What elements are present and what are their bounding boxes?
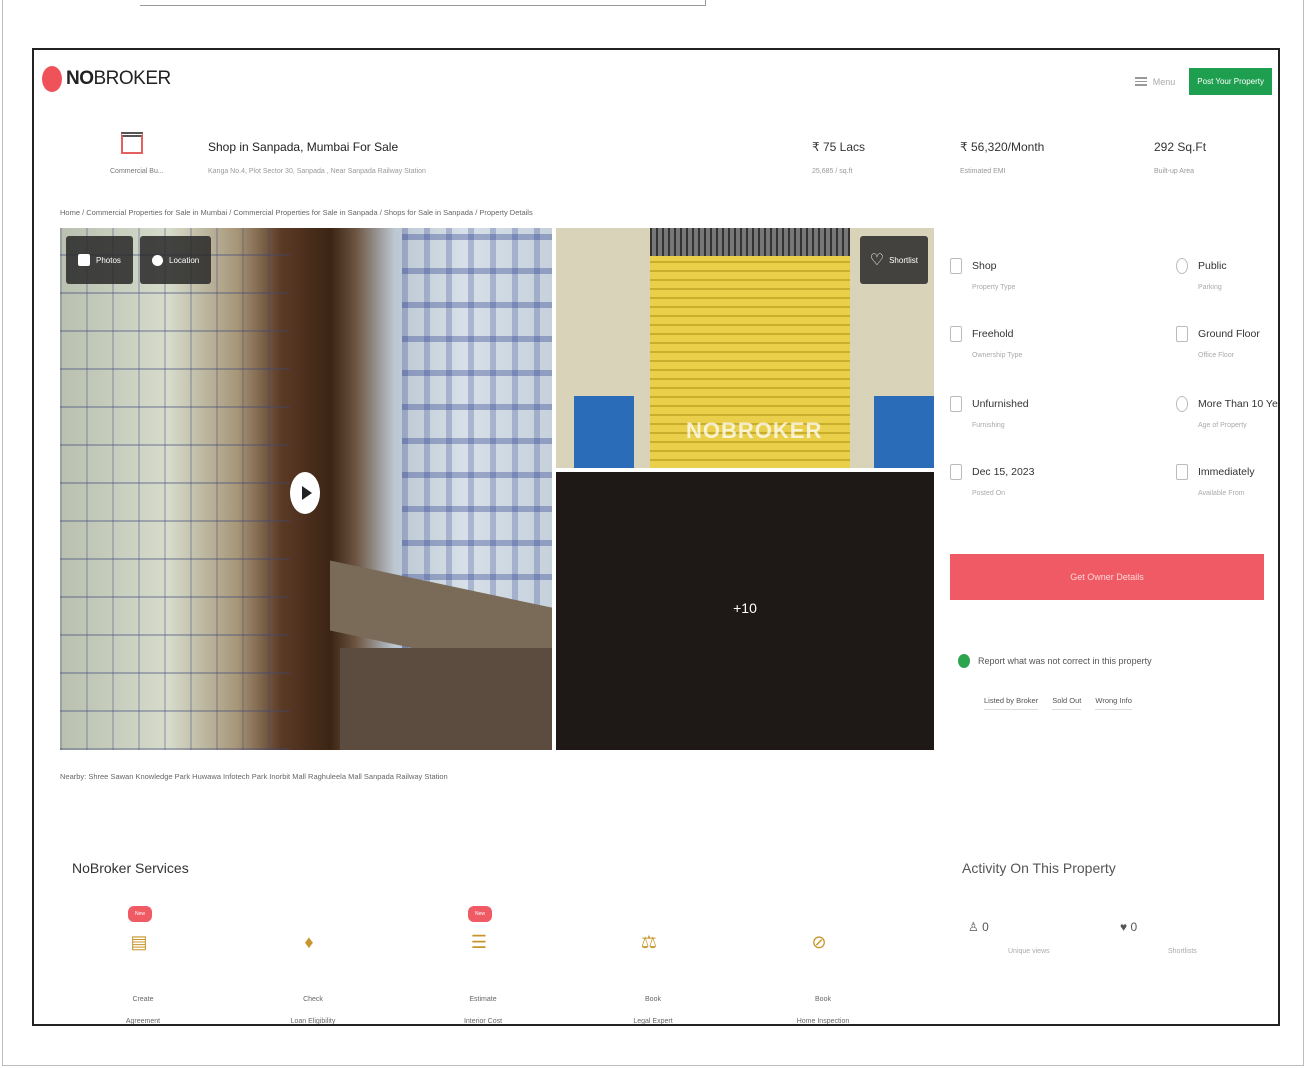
calendar-icon [950,464,962,480]
views-icon: ♙ [968,920,979,934]
check-icon [958,654,970,668]
loan-icon: ♦ [304,932,314,952]
fact-posted-on: Dec 15, 2023 Posted On [950,452,1080,508]
age-icon [1176,396,1188,412]
page-frame: NOBROKER Menu Post Your Property Commerc… [32,48,1280,1026]
nobroker-logo[interactable]: NOBROKER [42,66,171,92]
new-badge: New [128,906,152,922]
parking-icon [1176,258,1188,274]
report-prompt: Report what was not correct in this prop… [958,654,1152,668]
photos-label: Photos [96,255,121,265]
listing-address: Kanga No.4, Plot Sector 30, Sanpada , Ne… [208,168,426,175]
logo-wordmark: NOBROKER [66,68,171,89]
menu-button[interactable]: Menu [1134,76,1176,87]
listing-title: Shop in Sanpada, Mumbai For Sale [208,140,399,154]
views-label: Unique views [1008,948,1050,955]
site-header: NOBROKER Menu Post Your Property [34,50,1278,112]
service-legal-expert[interactable]: ⚖ Book Legal Expert [598,900,708,1024]
location-pin-icon [152,254,163,266]
area-value: 292 Sq.Ft [1154,140,1207,154]
gavel-icon: ⚖ [640,932,658,952]
fact-furnishing: Unfurnished Furnishing [950,384,1080,440]
inspection-icon: ⊘ [811,932,827,952]
fact-available-from: Immediately Available From [1176,452,1278,508]
interior-icon: ☰ [470,932,488,952]
area-label: Built-up Area [1154,168,1195,175]
agreement-icon: ▤ [130,932,148,952]
breadcrumb[interactable]: Home / Commercial Properties for Sale in… [60,208,533,217]
category-label: Commercial Bu... [110,168,164,175]
main-photo[interactable]: Photos Location [60,228,552,750]
play-video-button[interactable] [290,472,320,514]
listing-title-block: Shop in Sanpada, Mumbai For Sale Kanga N… [208,140,426,175]
emi-value: ₹ 56,320/Month [960,140,1045,154]
activity-title: Activity On This Property [962,860,1116,876]
photo-grill [650,228,850,256]
camera-icon [78,254,90,266]
shortlist-button[interactable]: ♡ Shortlist [859,236,928,284]
service-interior-cost[interactable]: New ☰ Estimate Interior Cost [428,900,538,1024]
service-home-inspection[interactable]: ⊘ Book Home Inspection [768,900,878,1024]
more-photos-count: +10 [733,600,757,616]
more-photos-tile[interactable]: +10 [556,472,934,750]
fact-floor: Ground Floor Office Floor [1176,314,1278,370]
report-option-wrong-info[interactable]: Wrong Info [1095,696,1132,710]
services-list: New ▤ Create Agreement ♦ Check Loan Elig… [72,900,914,1024]
new-badge: New [468,906,492,922]
fact-property-type: Shop Property Type [950,246,1080,302]
shortlist-count: ♥ 0 [1120,920,1138,934]
availability-icon [1176,464,1188,480]
report-option-broker[interactable]: Listed by Broker [984,696,1039,710]
nearby-places[interactable]: Nearby: Shree Sawan Knowledge Park Huwaw… [60,772,448,781]
photo-counter-base [340,648,552,750]
service-loan-eligibility[interactable]: ♦ Check Loan Eligibility [258,900,368,1024]
post-property-button[interactable]: Post Your Property [1189,68,1272,95]
service-create-agreement[interactable]: New ▤ Create Agreement [88,900,198,1024]
price-stat: ₹ 75 Lacs 25,685 / sq.ft [812,140,865,175]
shortlist-label: Shortlist [889,255,918,265]
location-button[interactable]: Location [140,236,212,284]
price-value: ₹ 75 Lacs [812,140,865,154]
photo-watermark: NOBROKER [686,418,823,443]
fact-ownership: Freehold Ownership Type [950,314,1080,370]
browser-tab-outline [140,0,706,6]
photos-button[interactable]: Photos [66,236,133,284]
emi-label: Estimated EMI [960,168,1006,175]
report-text: Report what was not correct in this prop… [978,656,1152,666]
price-per-sqft: 25,685 / sq.ft [812,168,853,175]
shop-shutter-photo[interactable]: NOBROKER ♡ Shortlist [556,228,934,468]
furnishing-icon [950,396,962,412]
report-option-sold-out[interactable]: Sold Out [1052,696,1082,710]
location-label: Location [169,255,200,265]
views-count: ♙ 0 [968,920,989,934]
fact-age: More Than 10 Year Age of Property [1176,384,1278,440]
ownership-icon [950,326,962,342]
shortlists-label: Shortlists [1168,948,1197,955]
get-owner-details-button[interactable]: Get Owner Details [950,554,1264,600]
listing-summary: Commercial Bu... Shop in Sanpada, Mumbai… [58,128,1258,190]
category-badge: Commercial Bu... [110,132,164,188]
photo-wall-left [574,396,634,468]
emi-stat[interactable]: ₹ 56,320/Month Estimated EMI [960,140,1044,175]
hamburger-icon [1134,77,1147,86]
header-actions: Menu Post Your Property [1134,68,1272,95]
services-title: NoBroker Services [72,860,189,876]
floor-icon [1176,326,1188,342]
photo-wall-right [874,396,934,468]
shop-type-icon [950,258,962,274]
play-icon [301,486,312,500]
photo-tile-pattern [60,228,290,750]
heart-filled-icon: ♥ [1120,920,1128,934]
report-options: Listed by Broker Sold Out Wrong Info [984,696,1132,710]
menu-label: Menu [1152,76,1176,87]
area-stat: 292 Sq.Ft Built-up Area [1154,140,1206,175]
logo-mark-icon [42,66,62,92]
shop-icon [121,132,143,154]
fact-parking: Public Parking [1176,246,1278,302]
heart-icon: ♡ [869,252,885,269]
